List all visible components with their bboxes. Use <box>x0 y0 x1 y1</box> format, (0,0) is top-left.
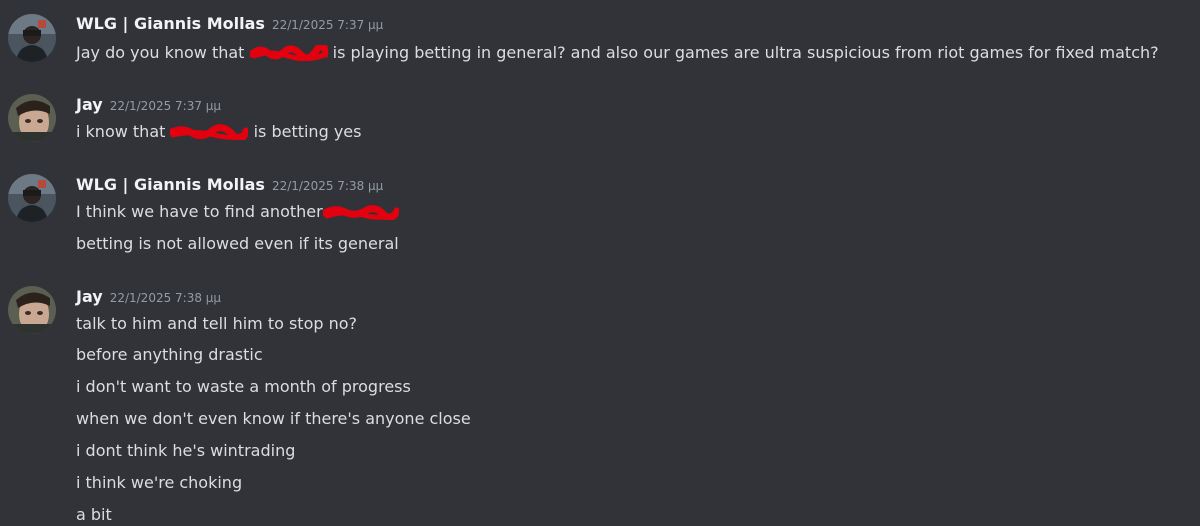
redaction-scribble <box>249 44 328 61</box>
author-name[interactable]: WLG | Giannis Mollas <box>76 175 265 194</box>
author-name[interactable]: Jay <box>76 95 103 114</box>
author-name[interactable]: Jay <box>76 287 103 306</box>
redaction-scribble <box>170 123 249 140</box>
user-avatar-icon[interactable] <box>8 174 56 222</box>
message-text: when we don't even know if there's anyon… <box>76 409 471 428</box>
message-text: I think we have to find another <box>76 200 399 224</box>
user-avatar-icon[interactable] <box>8 286 56 334</box>
message-text: i don't want to waste a month of progres… <box>76 377 411 396</box>
message-text: betting is not allowed even if its gener… <box>76 234 399 253</box>
message-text: talk to him and tell him to stop no? <box>76 314 358 333</box>
chat-message-list: WLG | Giannis Mollas 22/1/2025 7:37 μμ Ja… <box>0 0 1200 526</box>
message-timestamp: 22/1/2025 7:37 μμ <box>271 18 384 32</box>
redaction-scribble <box>322 204 399 220</box>
message-text: i think we're choking <box>76 473 243 492</box>
message-timestamp: 22/1/2025 7:37 μμ <box>109 99 222 113</box>
message-text: i know that is betting yes <box>76 122 362 141</box>
message-text: before anything drastic <box>76 345 263 364</box>
user-avatar-icon[interactable] <box>8 14 56 62</box>
message-text: a bit <box>76 505 112 524</box>
author-name[interactable]: WLG | Giannis Mollas <box>76 14 265 33</box>
message-text: Jay do you know that is playing betting … <box>76 43 1159 62</box>
message-text: i dont think he's wintrading <box>76 441 296 460</box>
message-timestamp: 22/1/2025 7:38 μμ <box>271 179 384 193</box>
user-avatar-icon[interactable] <box>8 94 56 142</box>
message-timestamp: 22/1/2025 7:38 μμ <box>109 291 222 305</box>
